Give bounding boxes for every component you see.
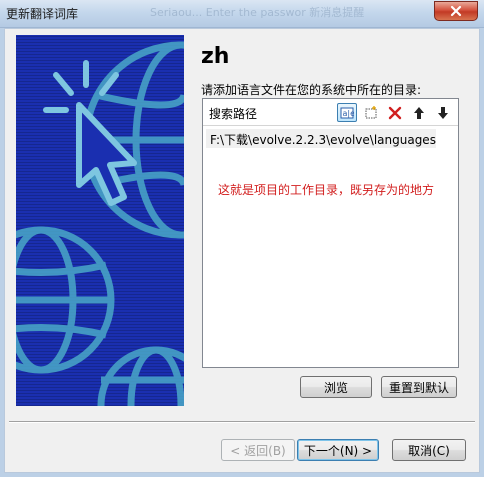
search-path-label: 搜索路径 (209, 107, 258, 121)
title-bar: 更新翻译词库 Seriaou... Enter the passwor 新消息提… (0, 0, 484, 28)
move-up-icon (414, 106, 424, 119)
move-up-button[interactable] (409, 103, 429, 122)
window-title: 更新翻译词库 (6, 7, 79, 21)
back-button[interactable]: < 返回(B) (221, 439, 295, 461)
cancel-button[interactable]: 取消(C) (392, 439, 466, 461)
rename-icon: a|e (340, 107, 355, 118)
reset-default-button[interactable]: 重置到默认 (381, 376, 457, 398)
svg-text:a|e: a|e (343, 109, 355, 118)
delete-icon (388, 106, 402, 119)
wizard-client-area: zh 请添加语言文件在您的系统中所在的目录: 搜索路径 a|e F:\下载\ev… (4, 28, 480, 473)
browse-button[interactable]: 浏览 (300, 376, 372, 398)
next-button[interactable]: 下一个(N) > (297, 439, 379, 461)
move-down-button[interactable] (433, 103, 453, 122)
search-path-panel: 搜索路径 a|e F:\下载\evolve.2.2.3\evolve\langu… (202, 98, 459, 368)
new-folder-button[interactable] (361, 103, 381, 122)
search-path-header: 搜索路径 a|e (203, 99, 458, 126)
page-subtitle: 请添加语言文件在您的系统中所在的目录: (201, 83, 422, 97)
move-down-icon (438, 106, 448, 119)
close-icon (450, 5, 462, 17)
background-window-text: Seriaou... Enter the passwor 新消息提醒 (150, 6, 365, 19)
globe-cursor-illustration (16, 41, 184, 406)
close-button[interactable] (434, 1, 478, 21)
annotation-note: 这就是项目的工作目录，既另存为的地方 (218, 183, 435, 197)
delete-button[interactable] (385, 103, 405, 122)
page-heading: zh (201, 44, 230, 69)
list-item[interactable]: F:\下载\evolve.2.2.3\evolve\languages (206, 129, 436, 148)
divider (9, 421, 475, 423)
new-folder-icon (365, 105, 377, 118)
wizard-banner-image (16, 35, 184, 406)
rename-button[interactable]: a|e (337, 103, 357, 122)
